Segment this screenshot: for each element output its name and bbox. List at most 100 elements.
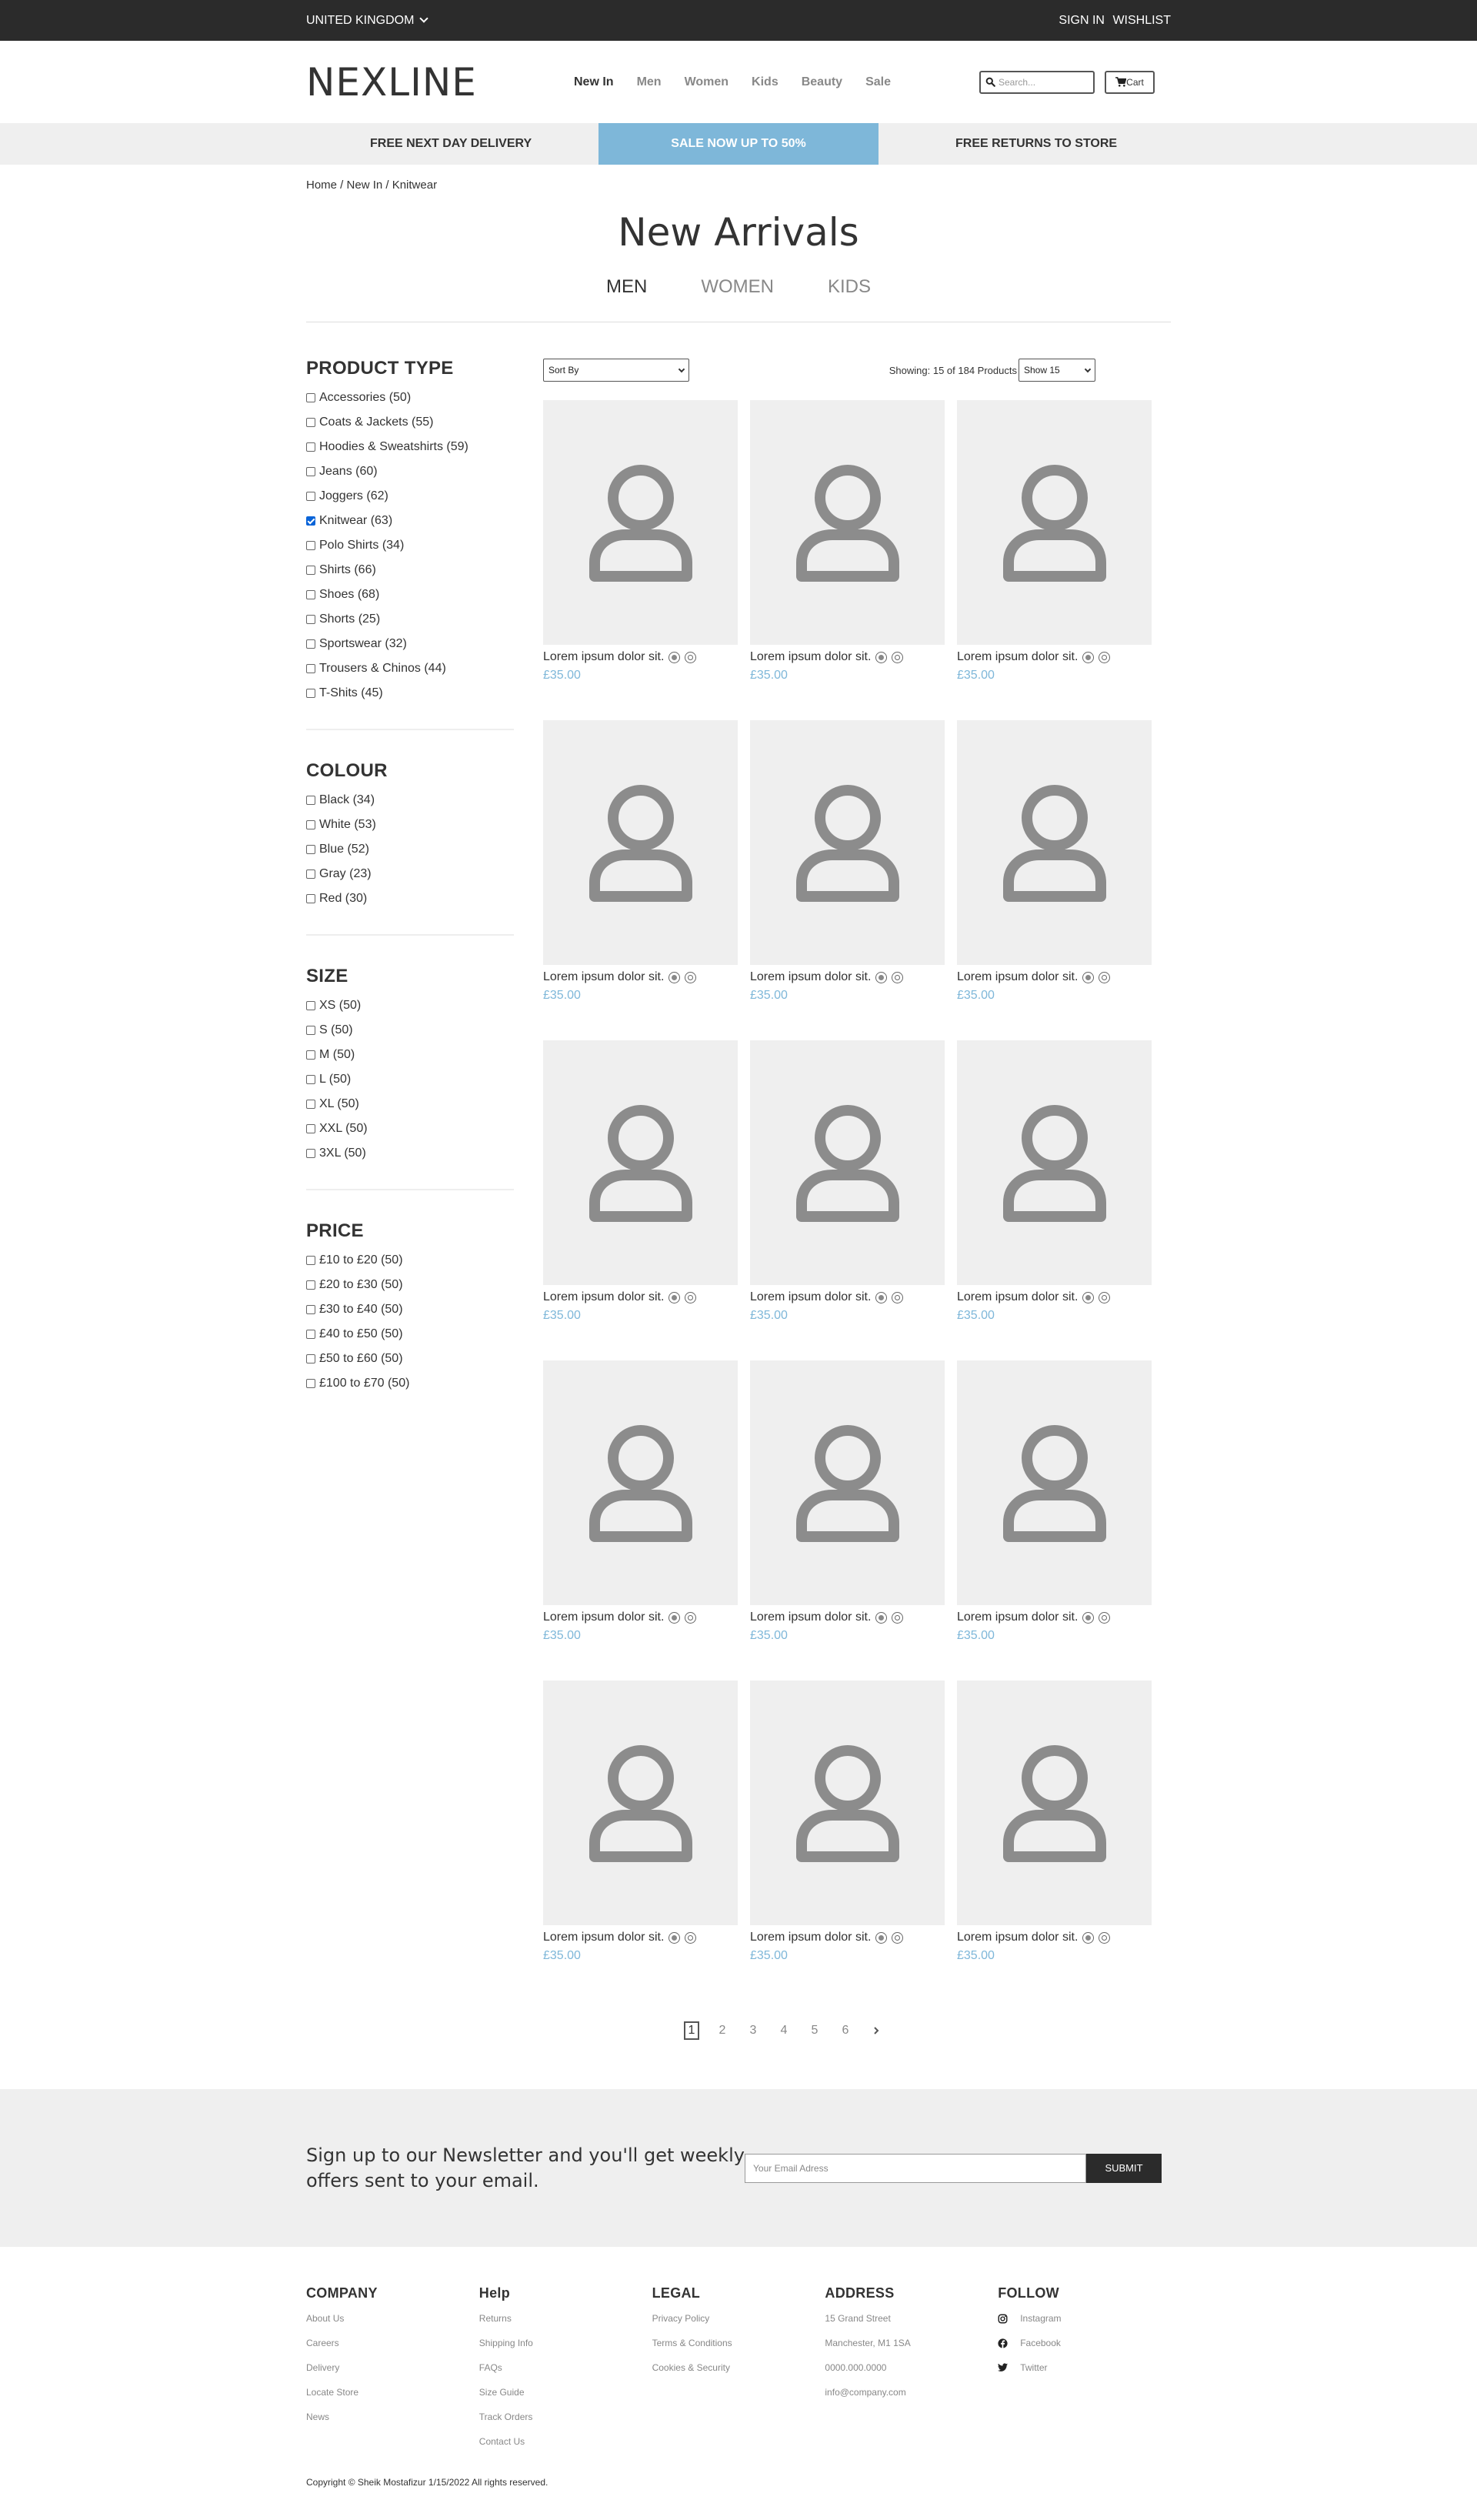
checkbox[interactable]: [306, 1305, 315, 1314]
nav-item-new-in[interactable]: New In: [574, 75, 614, 89]
product-name[interactable]: Lorem ipsum dolor sit.: [957, 650, 1078, 664]
product-card[interactable]: Lorem ipsum dolor sit. £35.00: [750, 1681, 945, 2001]
checkbox[interactable]: [306, 1001, 315, 1010]
product-image[interactable]: [750, 720, 945, 965]
checkbox[interactable]: [306, 1100, 315, 1109]
checkbox[interactable]: [306, 1280, 315, 1290]
color-swatch-white[interactable]: [685, 1931, 697, 1944]
color-swatch-gray[interactable]: [668, 1291, 681, 1303]
color-swatch-gray[interactable]: [875, 1291, 888, 1303]
checkbox[interactable]: [306, 418, 315, 427]
product-image[interactable]: [957, 1681, 1152, 1925]
checkbox[interactable]: [306, 1026, 315, 1035]
product-name[interactable]: Lorem ipsum dolor sit.: [957, 1290, 1078, 1304]
sort-select[interactable]: Sort By: [543, 359, 689, 382]
filter-option[interactable]: Coats & Jackets (55): [306, 410, 514, 435]
checkbox[interactable]: [306, 1149, 315, 1158]
product-image[interactable]: [750, 1360, 945, 1605]
product-name[interactable]: Lorem ipsum dolor sit.: [750, 650, 871, 664]
product-image[interactable]: [750, 1040, 945, 1285]
color-swatch-white[interactable]: [1099, 1611, 1111, 1624]
filter-option[interactable]: £10 to £20 (50): [306, 1248, 514, 1273]
product-image[interactable]: [543, 1360, 738, 1605]
product-image[interactable]: [750, 1681, 945, 1925]
filter-option[interactable]: Sportswear (32): [306, 632, 514, 656]
color-swatch-white[interactable]: [685, 1611, 697, 1624]
product-card[interactable]: Lorem ipsum dolor sit. £35.00: [543, 1040, 738, 1360]
footer-link[interactable]: News: [306, 2405, 479, 2429]
product-card[interactable]: Lorem ipsum dolor sit. £35.00: [543, 720, 738, 1040]
color-swatch-white[interactable]: [892, 1291, 904, 1303]
product-card[interactable]: Lorem ipsum dolor sit. £35.00: [957, 720, 1152, 1040]
product-card[interactable]: Lorem ipsum dolor sit. £35.00: [543, 1681, 738, 2001]
product-name[interactable]: Lorem ipsum dolor sit.: [750, 1290, 871, 1304]
page-6[interactable]: 6: [838, 2021, 853, 2040]
product-card[interactable]: Lorem ipsum dolor sit. £35.00: [957, 400, 1152, 720]
filter-option[interactable]: Shoes (68): [306, 582, 514, 607]
footer-link[interactable]: Shipping Info: [479, 2331, 652, 2355]
product-name[interactable]: Lorem ipsum dolor sit.: [543, 1290, 664, 1304]
footer-link[interactable]: Track Orders: [479, 2405, 652, 2429]
checkbox[interactable]: [306, 894, 315, 903]
checkbox[interactable]: [306, 845, 315, 854]
filter-option[interactable]: Black (34): [306, 788, 514, 813]
logo[interactable]: NEXLINE: [306, 60, 575, 105]
filter-option[interactable]: Polo Shirts (34): [306, 533, 514, 558]
page-3[interactable]: 3: [745, 2021, 761, 2040]
product-image[interactable]: [957, 720, 1152, 965]
color-swatch-gray[interactable]: [1082, 1931, 1095, 1944]
filter-option[interactable]: Red (30): [306, 886, 514, 911]
checkbox[interactable]: [306, 467, 315, 476]
submit-button[interactable]: SUBMIT: [1086, 2153, 1162, 2183]
color-swatch-white[interactable]: [1099, 971, 1111, 983]
promo-sale[interactable]: SALE NOW UP TO 50%: [598, 123, 879, 165]
footer-link[interactable]: Facebook: [998, 2331, 1171, 2355]
color-swatch-gray[interactable]: [668, 1611, 681, 1624]
footer-link[interactable]: Privacy Policy: [652, 2306, 825, 2331]
color-swatch-gray[interactable]: [875, 651, 888, 663]
product-image[interactable]: [543, 400, 738, 645]
search-input[interactable]: Search...: [979, 70, 1095, 94]
filter-option[interactable]: T-Shits (45): [306, 681, 514, 706]
page-1[interactable]: 1: [684, 2021, 699, 2040]
checkbox[interactable]: [306, 639, 315, 649]
footer-link[interactable]: Careers: [306, 2331, 479, 2355]
filter-option[interactable]: White (53): [306, 813, 514, 837]
checkbox[interactable]: [306, 689, 315, 698]
product-name[interactable]: Lorem ipsum dolor sit.: [750, 970, 871, 984]
product-name[interactable]: Lorem ipsum dolor sit.: [957, 970, 1078, 984]
checkbox[interactable]: [306, 1379, 315, 1388]
color-swatch-white[interactable]: [892, 971, 904, 983]
color-swatch-gray[interactable]: [1082, 971, 1095, 983]
nav-item-men[interactable]: Men: [637, 75, 662, 89]
filter-option[interactable]: Joggers (62): [306, 484, 514, 509]
product-card[interactable]: Lorem ipsum dolor sit. £35.00: [750, 1040, 945, 1360]
tab-kids[interactable]: KIDS: [828, 276, 871, 298]
color-swatch-gray[interactable]: [875, 1931, 888, 1944]
product-card[interactable]: Lorem ipsum dolor sit. £35.00: [543, 400, 738, 720]
cart-button[interactable]: Cart: [1105, 70, 1155, 94]
footer-link[interactable]: Terms & Conditions: [652, 2331, 825, 2355]
tab-men[interactable]: MEN: [606, 276, 647, 298]
checkbox[interactable]: [306, 442, 315, 452]
product-card[interactable]: Lorem ipsum dolor sit. £35.00: [750, 400, 945, 720]
email-field[interactable]: Your Email Adress: [745, 2153, 1086, 2183]
color-swatch-white[interactable]: [1099, 1931, 1111, 1944]
product-image[interactable]: [750, 400, 945, 645]
page-4[interactable]: 4: [776, 2021, 792, 2040]
footer-link[interactable]: Locate Store: [306, 2380, 479, 2405]
checkbox[interactable]: [306, 1075, 315, 1084]
chevron-right-icon[interactable]: [869, 2021, 884, 2040]
footer-link[interactable]: Size Guide: [479, 2380, 652, 2405]
product-image[interactable]: [543, 1040, 738, 1285]
filter-option[interactable]: XS (50): [306, 993, 514, 1018]
color-swatch-gray[interactable]: [668, 651, 681, 663]
product-image[interactable]: [957, 400, 1152, 645]
product-name[interactable]: Lorem ipsum dolor sit.: [957, 1931, 1078, 1944]
filter-option[interactable]: Accessories (50): [306, 386, 514, 410]
filter-option[interactable]: M (50): [306, 1043, 514, 1067]
checkbox[interactable]: [306, 516, 315, 526]
footer-link[interactable]: Contact Us: [479, 2429, 652, 2454]
filter-option[interactable]: S (50): [306, 1018, 514, 1043]
footer-link[interactable]: Instagram: [998, 2306, 1171, 2331]
